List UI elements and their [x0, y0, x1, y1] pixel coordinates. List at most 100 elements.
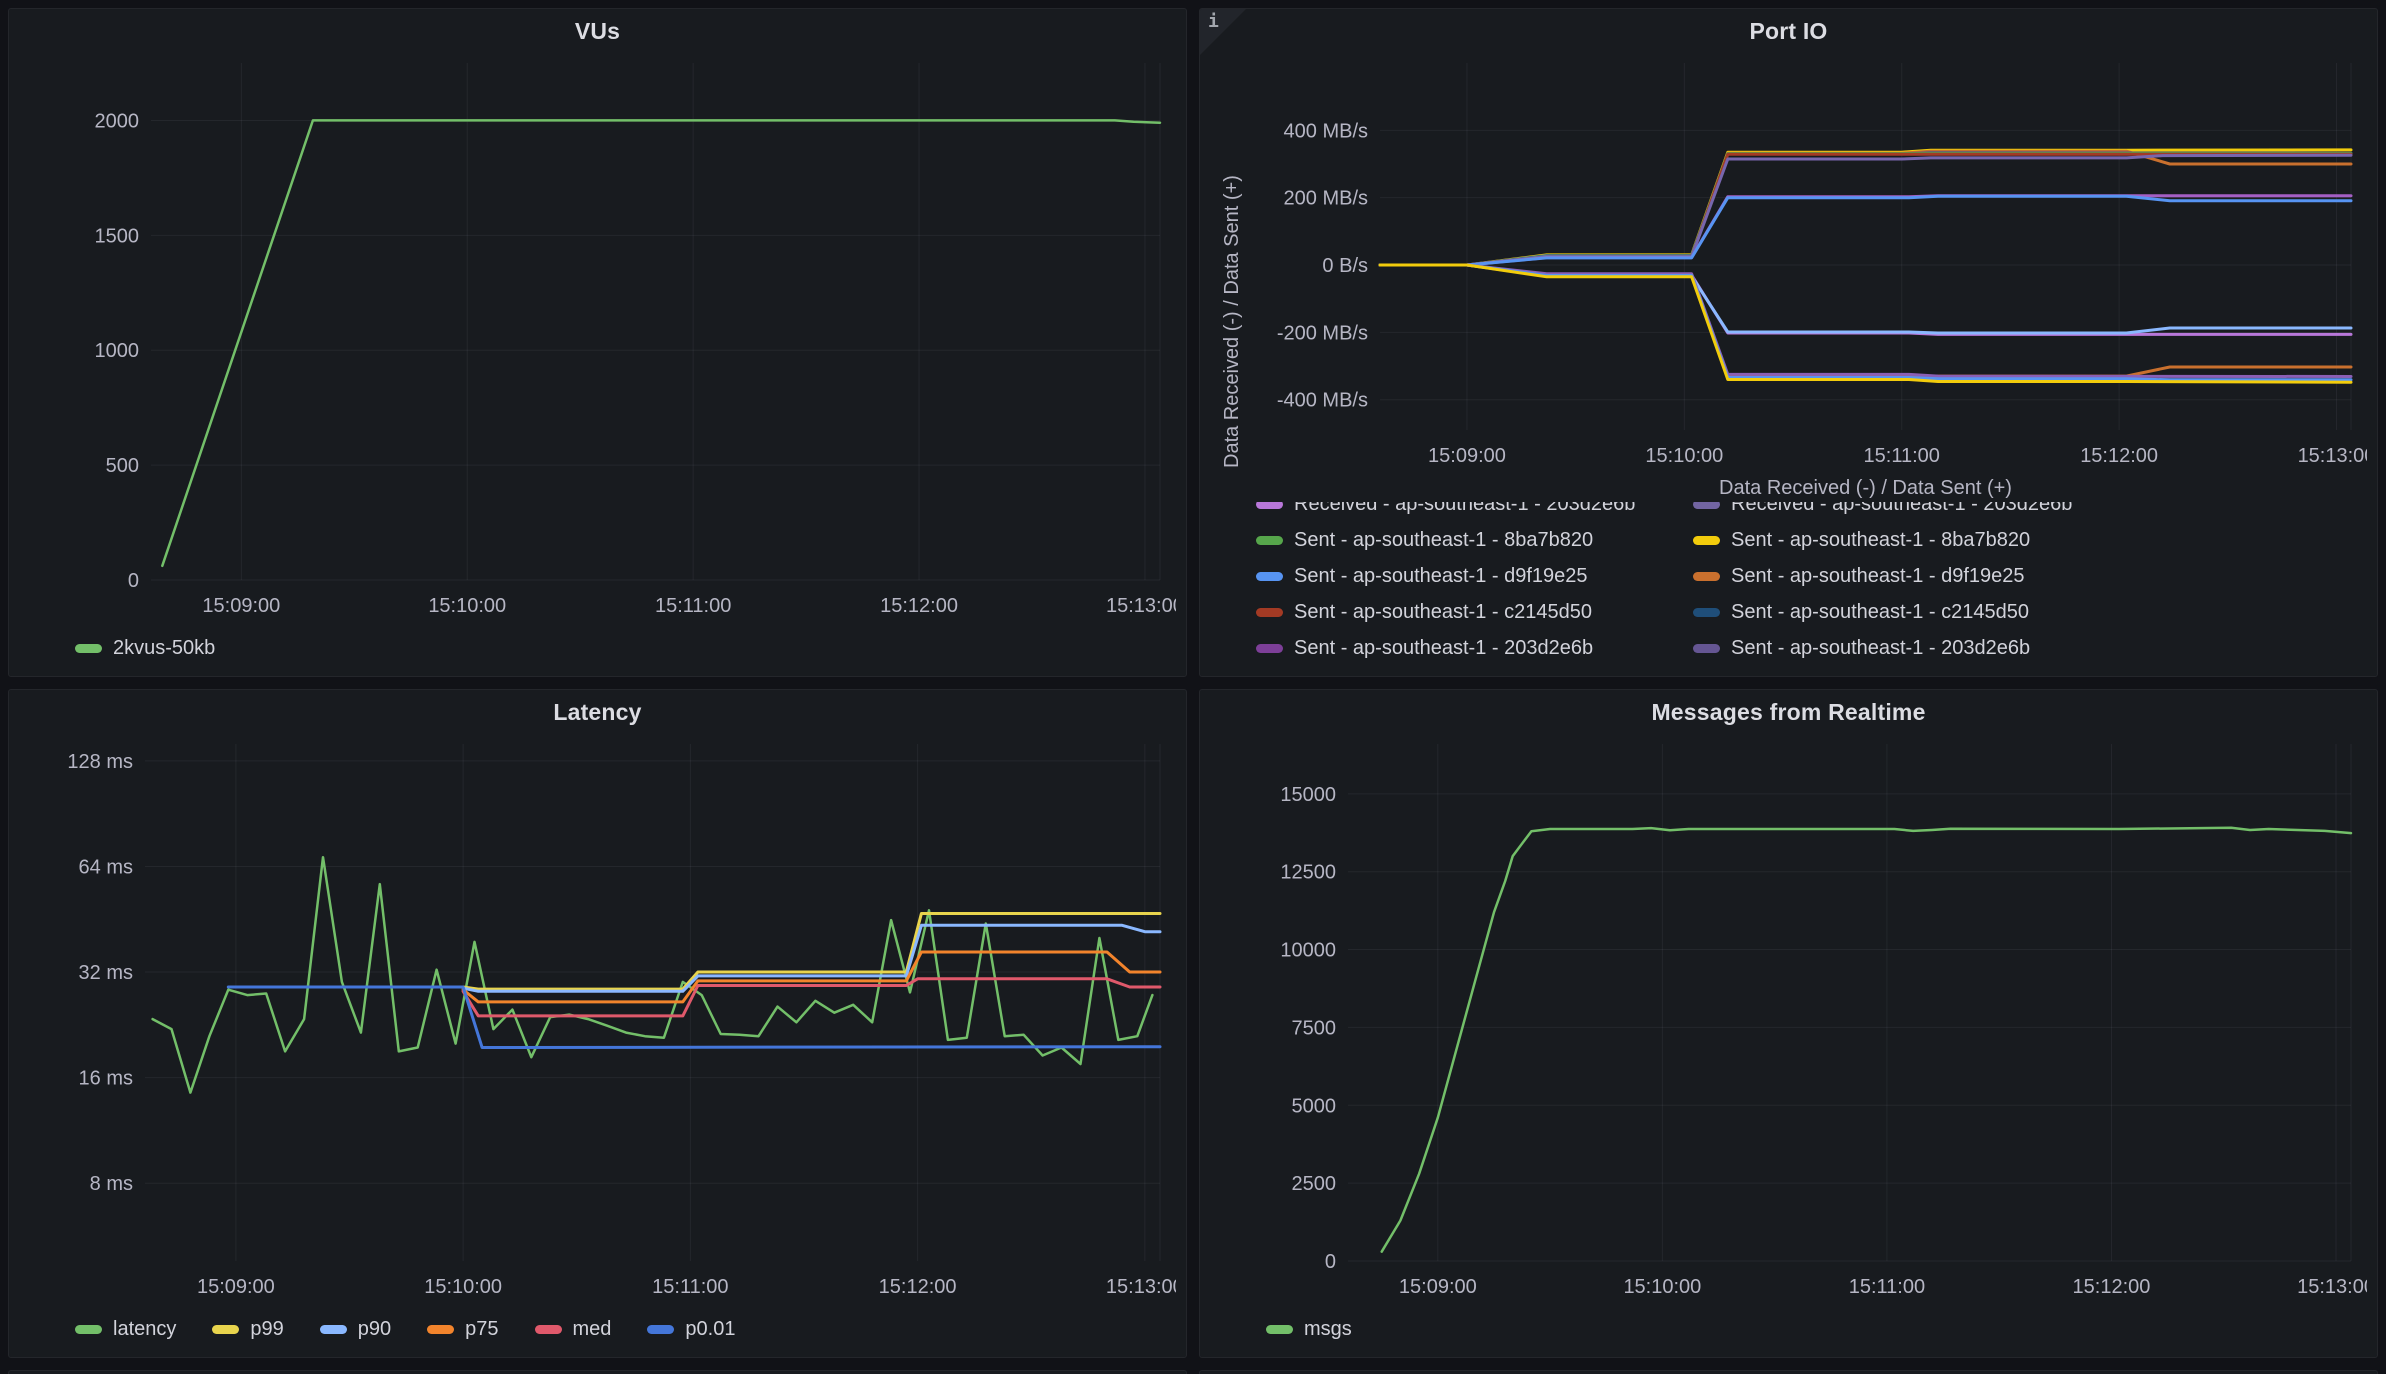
- y-tick-label: 500: [106, 455, 139, 477]
- legend-series-swatch: [647, 1325, 674, 1334]
- legend-series-label: Sent - ap-southeast-1 - 203d2e6b: [1731, 637, 2030, 660]
- port-io-x-axis-label: Data Received (-) / Data Sent (+): [1380, 476, 2351, 502]
- legend-series-label: Received - ap-southeast-1 - 203d2e6b: [1294, 502, 1635, 516]
- series-line-sent-ap-southeast-1-d9f19e25-: [1380, 196, 2351, 265]
- legend-series-swatch: [1266, 1325, 1293, 1334]
- legend-series-swatch: [1693, 502, 1720, 509]
- legend-item-sent-ap-southeast-1-203d2e6b[interactable]: Sent - ap-southeast-1 - 203d2e6b: [1256, 637, 1657, 660]
- y-tick-label: 128 ms: [67, 751, 133, 773]
- legend-series-swatch: [75, 1325, 102, 1334]
- legend-item-sent-ap-southeast-1-8ba7b820[interactable]: Sent - ap-southeast-1 - 8ba7b820: [1256, 529, 1657, 552]
- dashboard: VUs 050010001500200015:09:0015:10:0015:1…: [0, 0, 2386, 1374]
- y-tick-label: 32 ms: [79, 962, 133, 984]
- panel-port-io: i Port IO 400 MB/s200 MB/s0 B/s-200 MB/s…: [1199, 8, 2378, 677]
- x-tick-label: 15:12:00: [2073, 1276, 2151, 1298]
- series-line-received-ap-southeast-1-203d2e6b-: [1380, 265, 2351, 334]
- next-row-panel-peek: [1199, 1370, 2378, 1374]
- x-tick-label: 15:13:00: [1106, 595, 1176, 617]
- messages-legend: msgs: [1210, 1307, 2367, 1351]
- legend-series-label: Sent - ap-southeast-1 - d9f19e25: [1731, 565, 2025, 588]
- legend-series-label: Sent - ap-southeast-1 - 8ba7b820: [1294, 529, 1593, 552]
- series-line-sent-ap-southeast-1-c2145d50-: [1380, 153, 2351, 265]
- legend-item-2kvus-50kb[interactable]: 2kvus-50kb: [75, 637, 215, 660]
- series-line-sent-ap-southeast-1-c2145d50-: [1380, 154, 2351, 265]
- legend-series-swatch: [1693, 572, 1720, 581]
- y-tick-label: 7500: [1292, 1017, 1337, 1039]
- y-tick-label: 1000: [95, 340, 140, 362]
- y-tick-label: 15000: [1280, 784, 1336, 806]
- vus-legend: 2kvus-50kb: [19, 626, 1176, 670]
- series-line-msgs: [1382, 828, 2351, 1252]
- series-line-received-mirror-d9f19e25-: [1380, 265, 2351, 376]
- legend-series-swatch: [212, 1325, 239, 1334]
- x-tick-label: 15:13:00: [2298, 445, 2367, 467]
- series-line-med: [463, 979, 1160, 1016]
- legend-series-swatch: [320, 1325, 347, 1334]
- y-tick-label: -200 MB/s: [1277, 322, 1368, 344]
- legend-item-sent-ap-southeast-1-8ba7b820[interactable]: Sent - ap-southeast-1 - 8ba7b820: [1693, 529, 2331, 552]
- legend-series-swatch: [1693, 644, 1720, 653]
- legend-series-label: p0.01: [685, 1318, 735, 1341]
- x-tick-label: 15:09:00: [197, 1276, 275, 1298]
- x-tick-label: 15:10:00: [1645, 445, 1723, 467]
- legend-series-label: p90: [358, 1318, 391, 1341]
- x-tick-label: 15:11:00: [655, 595, 731, 617]
- panel-title-port-io: Port IO: [1210, 13, 2367, 49]
- x-tick-label: 15:09:00: [1399, 1276, 1477, 1298]
- panel-title-vus: VUs: [19, 13, 1176, 49]
- y-tick-label: 0: [1325, 1251, 1336, 1273]
- legend-series-label: Sent - ap-southeast-1 - 8ba7b820: [1731, 529, 2030, 552]
- legend-item-sent-ap-southeast-1-c2145d50[interactable]: Sent - ap-southeast-1 - c2145d50: [1256, 601, 1657, 624]
- legend-item-latency[interactable]: latency: [75, 1318, 176, 1341]
- y-tick-label: 0: [128, 570, 139, 592]
- legend-series-swatch: [1256, 608, 1283, 617]
- legend-series-label: Sent - ap-southeast-1 - 203d2e6b: [1294, 637, 1593, 660]
- x-tick-label: 15:13:00: [1106, 1276, 1176, 1298]
- legend-item-msgs[interactable]: msgs: [1266, 1318, 1352, 1341]
- legend-item-received-ap-southeast-1-203d2e6b[interactable]: Received - ap-southeast-1 - 203d2e6b: [1256, 502, 1657, 516]
- y-tick-label: 8 ms: [90, 1173, 133, 1195]
- y-tick-label: 16 ms: [79, 1068, 133, 1090]
- legend-item-p75[interactable]: p75: [427, 1318, 498, 1341]
- legend-item-med[interactable]: med: [535, 1318, 612, 1341]
- panel-messages: Messages from Realtime 02500500075001000…: [1199, 689, 2378, 1358]
- x-tick-label: 15:11:00: [1849, 1276, 1925, 1298]
- panel-vus: VUs 050010001500200015:09:0015:10:0015:1…: [8, 8, 1187, 677]
- legend-item-sent-ap-southeast-1-d9f19e25[interactable]: Sent - ap-southeast-1 - d9f19e25: [1693, 565, 2331, 588]
- latency-chart[interactable]: 8 ms 16 ms 32 ms 64 ms 128 ms 15:09:00 15:10:0…: [19, 730, 1176, 1307]
- legend-item-p99[interactable]: p99: [212, 1318, 283, 1341]
- series-line-sent-ap-southeast-1-d9f19e25-: [1380, 151, 2351, 265]
- series-line-received-ap-southeast-1-203d2e6b-: [1380, 265, 2351, 333]
- panel-latency: Latency 8 ms16 ms32 ms64 ms128 ms15:09:0…: [8, 689, 1187, 1358]
- legend-item-received-ap-southeast-1-203d2e6b[interactable]: Received - ap-southeast-1 - 203d2e6b: [1693, 502, 2331, 516]
- y-tick-label: 64 ms: [79, 856, 133, 878]
- series-line-sent-ap-southeast-1-8ba7b820-: [1380, 154, 2351, 265]
- legend-series-swatch: [75, 644, 102, 653]
- vus-chart[interactable]: 050010001500200015:09:0015:10:0015:11:00…: [19, 49, 1176, 626]
- y-tick-label: 5000: [1292, 1095, 1337, 1117]
- x-tick-label: 15:11:00: [1864, 445, 1940, 467]
- legend-item-sent-ap-southeast-1-c2145d50[interactable]: Sent - ap-southeast-1 - c2145d50: [1693, 601, 2331, 624]
- panel-info-corner[interactable]: i: [1200, 9, 1246, 55]
- x-tick-label: 15:12:00: [880, 595, 958, 617]
- messages-chart[interactable]: 025005000750010000125001500015:09:0015:1…: [1210, 730, 2367, 1307]
- y-tick-label: 12500: [1280, 862, 1336, 884]
- legend-item-sent-ap-southeast-1-203d2e6b[interactable]: Sent - ap-southeast-1 - 203d2e6b: [1693, 637, 2331, 660]
- y-tick-label: -400 MB/s: [1277, 390, 1368, 412]
- legend-series-label: 2kvus-50kb: [113, 637, 215, 660]
- x-tick-label: 15:12:00: [2080, 445, 2158, 467]
- series-line-sent-ap-southeast-1-203d2e6b-: [1380, 155, 2351, 265]
- legend-item-sent-ap-southeast-1-d9f19e25[interactable]: Sent - ap-southeast-1 - d9f19e25: [1256, 565, 1657, 588]
- port-io-chart[interactable]: 400 MB/s200 MB/s0 B/s-200 MB/s-400 MB/s1…: [1210, 49, 2367, 476]
- x-tick-label: 15:10:00: [424, 1276, 502, 1298]
- legend-item-p90[interactable]: p90: [320, 1318, 391, 1341]
- legend-series-label: msgs: [1304, 1318, 1352, 1341]
- legend-series-swatch: [1256, 572, 1283, 581]
- y-tick-label: 10000: [1280, 940, 1336, 962]
- legend-item-p0-01[interactable]: p0.01: [647, 1318, 735, 1341]
- y-tick-label: 200 MB/s: [1284, 188, 1368, 210]
- y-tick-label: 0 B/s: [1322, 255, 1368, 277]
- legend-series-swatch: [1693, 536, 1720, 545]
- y-axis-label: Data Received (-) / Data Sent (+): [1221, 175, 1243, 468]
- x-tick-label: 15:09:00: [202, 595, 280, 617]
